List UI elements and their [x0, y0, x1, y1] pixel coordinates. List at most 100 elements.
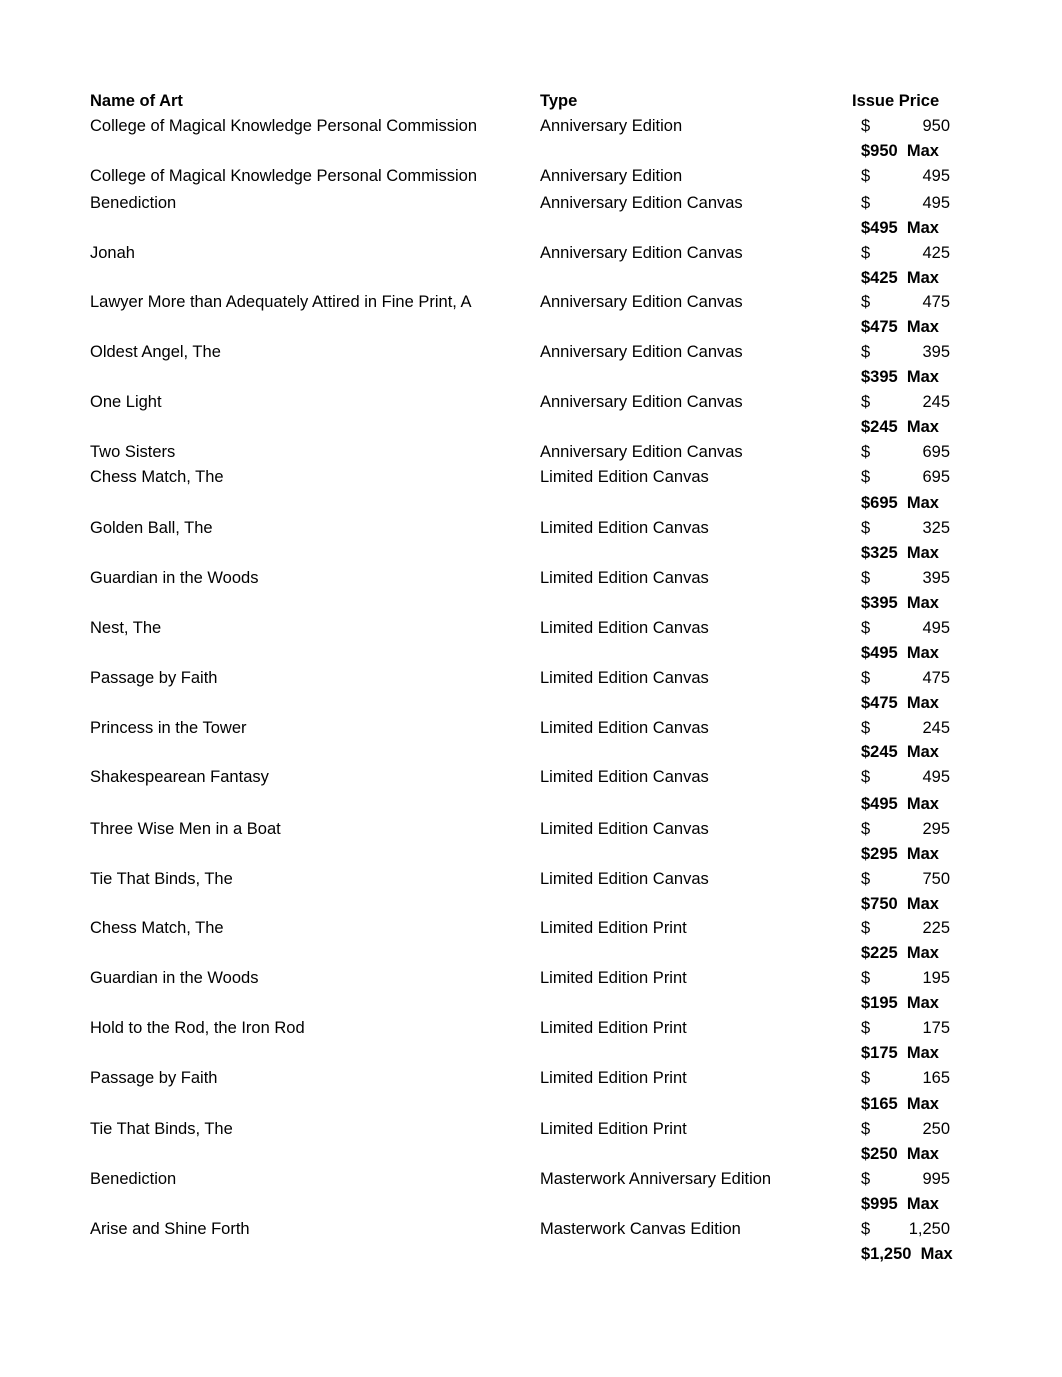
art-type: Anniversary Edition	[540, 117, 683, 135]
issue-price: 495	[922, 619, 950, 637]
currency-symbol: $	[861, 519, 871, 537]
max-price: $250 Max	[861, 1145, 939, 1163]
art-name: Arise and Shine Forth	[90, 1220, 250, 1238]
issue-price: 165	[922, 1069, 950, 1087]
issue-price: 395	[922, 343, 950, 361]
art-name: Benediction	[90, 194, 177, 212]
table-row: Passage by Faith Limited Edition Print $16…	[0, 1066, 1062, 1090]
art-type: Anniversary Edition Canvas	[540, 244, 743, 262]
max-price-row: $950 Max	[0, 139, 1062, 163]
art-type: Limited Edition Print	[540, 969, 687, 987]
currency-symbol: $	[861, 820, 871, 838]
max-price-row: $250 Max	[0, 1142, 1062, 1166]
art-name: Three Wise Men in a Boat	[90, 820, 281, 838]
max-price: $475 Max	[861, 318, 939, 336]
issue-price: 1,250	[908, 1220, 950, 1238]
max-price: $165 Max	[861, 1095, 939, 1113]
max-price-row: $295 Max	[0, 842, 1062, 866]
issue-price: 495	[922, 768, 950, 786]
issue-price: 495	[922, 194, 950, 212]
header-type: Type	[540, 92, 578, 110]
art-name: College of Magical Knowledge Personal Co…	[90, 117, 478, 135]
table-row: Jonah Anniversary Edition Canvas $425	[0, 241, 1062, 265]
max-price-row: $495 Max	[0, 792, 1062, 816]
art-type: Limited Edition Canvas	[540, 768, 709, 786]
currency-symbol: $	[861, 117, 871, 135]
currency-symbol: $	[861, 244, 871, 262]
issue-price: 195	[922, 969, 950, 987]
art-type: Anniversary Edition	[540, 167, 683, 185]
currency-symbol: $	[861, 1220, 871, 1238]
art-type: Limited Edition Canvas	[540, 669, 709, 687]
currency-symbol: $	[861, 468, 871, 486]
issue-price: 950	[922, 117, 950, 135]
table-row: Hold to the Rod, the Iron Rod Limited Edi…	[0, 1016, 1062, 1040]
max-price-row: $245 Max	[0, 415, 1062, 439]
art-name: Guardian in the Woods	[90, 969, 259, 987]
art-name: Benediction	[90, 1170, 177, 1188]
max-price: $750 Max	[861, 895, 939, 913]
max-price: $295 Max	[861, 845, 939, 863]
issue-price: 695	[922, 443, 950, 461]
max-price: $175 Max	[861, 1044, 939, 1062]
art-type: Limited Edition Canvas	[540, 468, 709, 486]
max-price-row: $175 Max	[0, 1041, 1062, 1065]
art-type: Limited Edition Print	[540, 1019, 687, 1037]
table-row: Tie That Binds, The Limited Edition Print…	[0, 1117, 1062, 1141]
currency-symbol: $	[861, 343, 871, 361]
art-name: Two Sisters	[90, 443, 176, 461]
issue-price: 245	[922, 393, 950, 411]
max-price: $245 Max	[861, 418, 939, 436]
art-type: Limited Edition Canvas	[540, 820, 709, 838]
table-row: College of Magical Knowledge Personal Co…	[0, 164, 1062, 188]
art-type: Anniversary Edition Canvas	[540, 293, 743, 311]
currency-symbol: $	[861, 768, 871, 786]
table-row: Passage by Faith Limited Edition Canvas $4…	[0, 666, 1062, 690]
max-price-row: $475 Max	[0, 691, 1062, 715]
max-price-row: $195 Max	[0, 991, 1062, 1015]
currency-symbol: $	[861, 919, 871, 937]
table-row: Princess in the Tower Limited Edition Can…	[0, 716, 1062, 740]
issue-price: 495	[922, 167, 950, 185]
table-row: Lawyer More than Adequately Attired in F…	[0, 290, 1062, 314]
header-row: Name of Art Type Issue Price	[0, 89, 1062, 113]
art-name: One Light	[90, 393, 162, 411]
issue-price: 225	[922, 919, 950, 937]
max-price: $225 Max	[861, 944, 939, 962]
table-row: One Light Anniversary Edition Canvas $245	[0, 390, 1062, 414]
art-name: Princess in the Tower	[90, 719, 247, 737]
currency-symbol: $	[861, 293, 871, 311]
table-row: Tie That Binds, The Limited Edition Canva…	[0, 867, 1062, 891]
max-price: $495 Max	[861, 795, 939, 813]
currency-symbol: $	[861, 443, 871, 461]
issue-price: 325	[922, 519, 950, 537]
art-type: Limited Edition Canvas	[540, 619, 709, 637]
art-type: Limited Edition Canvas	[540, 519, 709, 537]
header-price: Issue Price	[852, 92, 940, 110]
issue-price: 395	[922, 569, 950, 587]
max-price-row: $325 Max	[0, 541, 1062, 565]
max-price-row: $750 Max	[0, 892, 1062, 916]
max-price: $695 Max	[861, 494, 939, 512]
table-row: Guardian in the Woods Limited Edition Pri…	[0, 966, 1062, 990]
max-price-row: $995 Max	[0, 1192, 1062, 1216]
currency-symbol: $	[861, 569, 871, 587]
art-name: Chess Match, The	[90, 468, 224, 486]
max-price: $395 Max	[861, 368, 939, 386]
art-name: Tie That Binds, The	[90, 1120, 233, 1138]
table-row: Chess Match, The Limited Edition Print $22…	[0, 916, 1062, 940]
max-price: $245 Max	[861, 743, 939, 761]
currency-symbol: $	[861, 619, 871, 637]
table-row: College of Magical Knowledge Personal Co…	[0, 114, 1062, 138]
max-price: $995 Max	[861, 1195, 939, 1213]
art-name: Jonah	[90, 244, 135, 262]
art-name: Chess Match, The	[90, 919, 224, 937]
art-type: Anniversary Edition Canvas	[540, 194, 743, 212]
max-price: $475 Max	[861, 694, 939, 712]
max-price-row: $695 Max	[0, 491, 1062, 515]
max-price-row: $495 Max	[0, 641, 1062, 665]
max-price-row: $475 Max	[0, 315, 1062, 339]
max-price: $950 Max	[861, 142, 939, 160]
max-price-row: $225 Max	[0, 941, 1062, 965]
issue-price: 750	[922, 870, 950, 888]
